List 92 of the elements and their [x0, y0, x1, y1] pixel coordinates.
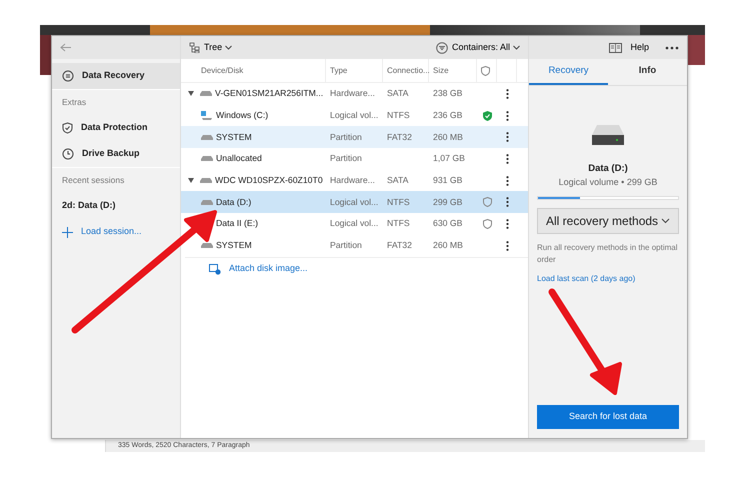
disk-name: Unallocated [216, 152, 262, 166]
attach-disk-link[interactable]: Attach disk image... [229, 262, 308, 276]
table-cell: Logical vol... [330, 196, 378, 207]
shield-icon [481, 66, 490, 76]
table-cell: 260 MB [433, 240, 463, 250]
load-last-scan-link[interactable]: Load last scan (2 days ago) [537, 272, 679, 285]
more-icon[interactable] [506, 154, 508, 164]
sidebar-item[interactable]: Data Protection [52, 115, 180, 141]
table-cell: 1,07 GB [433, 153, 465, 164]
drive-icon [201, 156, 213, 162]
system-drive-icon [201, 111, 213, 120]
disk-name: Data (D:) [216, 196, 252, 209]
more-icon[interactable] [665, 46, 679, 50]
filter-icon[interactable] [436, 42, 448, 54]
table-cell: NTFS [387, 218, 410, 228]
drive-icon [201, 134, 213, 140]
table-cell: NTFS [387, 196, 410, 207]
caret-icon [661, 218, 670, 224]
tree-view-icon[interactable] [189, 42, 200, 53]
recovery-method-dropdown[interactable]: All recovery methods [537, 208, 679, 234]
drive-details: Logical volume • 299 GB [558, 176, 658, 190]
caret-icon [225, 44, 232, 50]
table-cell: Logical vol... [330, 110, 378, 120]
table-cell: Partition [330, 240, 362, 250]
caret-icon [513, 44, 520, 50]
table-cell: Partition [330, 132, 362, 142]
more-icon[interactable] [506, 176, 508, 186]
column-header[interactable]: Device/Disk [181, 59, 326, 82]
more-icon[interactable] [506, 88, 508, 99]
background-panel [40, 35, 51, 75]
panel-tab[interactable]: Recovery [529, 59, 608, 85]
table-cell: Hardware... [330, 175, 375, 186]
drive-name: Data (D:) [587, 162, 629, 176]
table-cell: FAT32 [387, 240, 412, 250]
method-description: Run all recovery methods in the optimal order [537, 242, 679, 266]
table-row[interactable]: Windows (C:) Logical vol... NTFS 236 GB [181, 104, 528, 126]
table-cell: 260 MB [433, 132, 463, 142]
recovery-icon [62, 70, 74, 82]
book-icon[interactable] [609, 42, 622, 52]
more-icon[interactable] [506, 218, 508, 229]
table-cell: 630 GB [433, 218, 462, 228]
more-icon[interactable] [506, 132, 508, 142]
help-button[interactable]: Help [630, 40, 649, 54]
drive-icon [200, 91, 212, 96]
load-session-link[interactable]: Load session... [81, 225, 142, 239]
column-header[interactable]: Type [326, 59, 383, 82]
table-cell: SATA [387, 175, 408, 186]
sidebar-item[interactable]: Drive Backup [52, 141, 180, 167]
table-row[interactable]: Unallocated Partition 1,07 GB [181, 148, 528, 170]
more-icon[interactable] [506, 240, 508, 251]
table-cell: SATA [387, 88, 408, 98]
table-cell: Logical vol... [330, 218, 378, 228]
section-heading: Extras [62, 96, 86, 109]
drive-icon [200, 178, 212, 184]
more-icon[interactable] [506, 197, 508, 208]
session-item[interactable]: 2d: Data (D:) [62, 199, 116, 213]
section-heading: Recent sessions [62, 174, 124, 187]
disk-name: SYSTEM [216, 130, 252, 144]
expand-toggle-icon[interactable] [187, 178, 197, 184]
table-row[interactable]: Data (D:) Logical vol... NTFS 299 GB [181, 191, 528, 214]
containers-dropdown[interactable]: Containers: All [452, 40, 520, 54]
panel-tab[interactable]: Info [608, 59, 687, 85]
table-cell: Hardware... [330, 88, 375, 98]
disk-name: WDC WD10SPZX-60Z10T0 [215, 174, 323, 188]
shield-icon [62, 122, 73, 134]
column-header[interactable]: Size [429, 59, 477, 82]
table-cell: 299 GB [433, 196, 462, 207]
table-row[interactable]: WDC WD10SPZX-60Z10T0 Hardware... SATA 931 GB [181, 170, 528, 192]
table-cell: 931 GB [433, 175, 462, 186]
table-row[interactable]: SYSTEM Partition FAT32 260 MB [181, 126, 528, 148]
sidebar-item[interactable]: Data Recovery [52, 63, 180, 89]
table-row[interactable]: SYSTEM Partition FAT32 260 MB [181, 234, 528, 256]
view-dropdown[interactable]: Tree [204, 40, 232, 54]
drive-icon [201, 200, 213, 205]
table-cell: FAT32 [387, 132, 412, 142]
background-panel [688, 35, 705, 65]
disk-name: V-GEN01SM21AR256ITM... [215, 87, 324, 100]
disk-name: SYSTEM [216, 239, 252, 252]
table-cell: 238 GB [433, 88, 462, 98]
table-row[interactable]: V-GEN01SM21AR256ITM... Hardware... SATA 238 GB [181, 83, 528, 105]
column-header[interactable]: Connectio... [383, 59, 429, 82]
disk-name: Windows (C:) [216, 109, 268, 122]
table-cell: NTFS [387, 110, 410, 120]
search-button[interactable]: Search for lost data [537, 405, 679, 429]
disk-name: Data II (E:) [216, 217, 258, 230]
more-icon[interactable] [506, 110, 508, 121]
table-cell: Partition [330, 153, 362, 164]
drive-icon [591, 124, 625, 146]
plus-icon[interactable] [62, 226, 73, 238]
table-cell: 236 GB [433, 110, 462, 120]
clock-icon [62, 148, 74, 160]
expand-toggle-icon[interactable] [187, 90, 197, 97]
